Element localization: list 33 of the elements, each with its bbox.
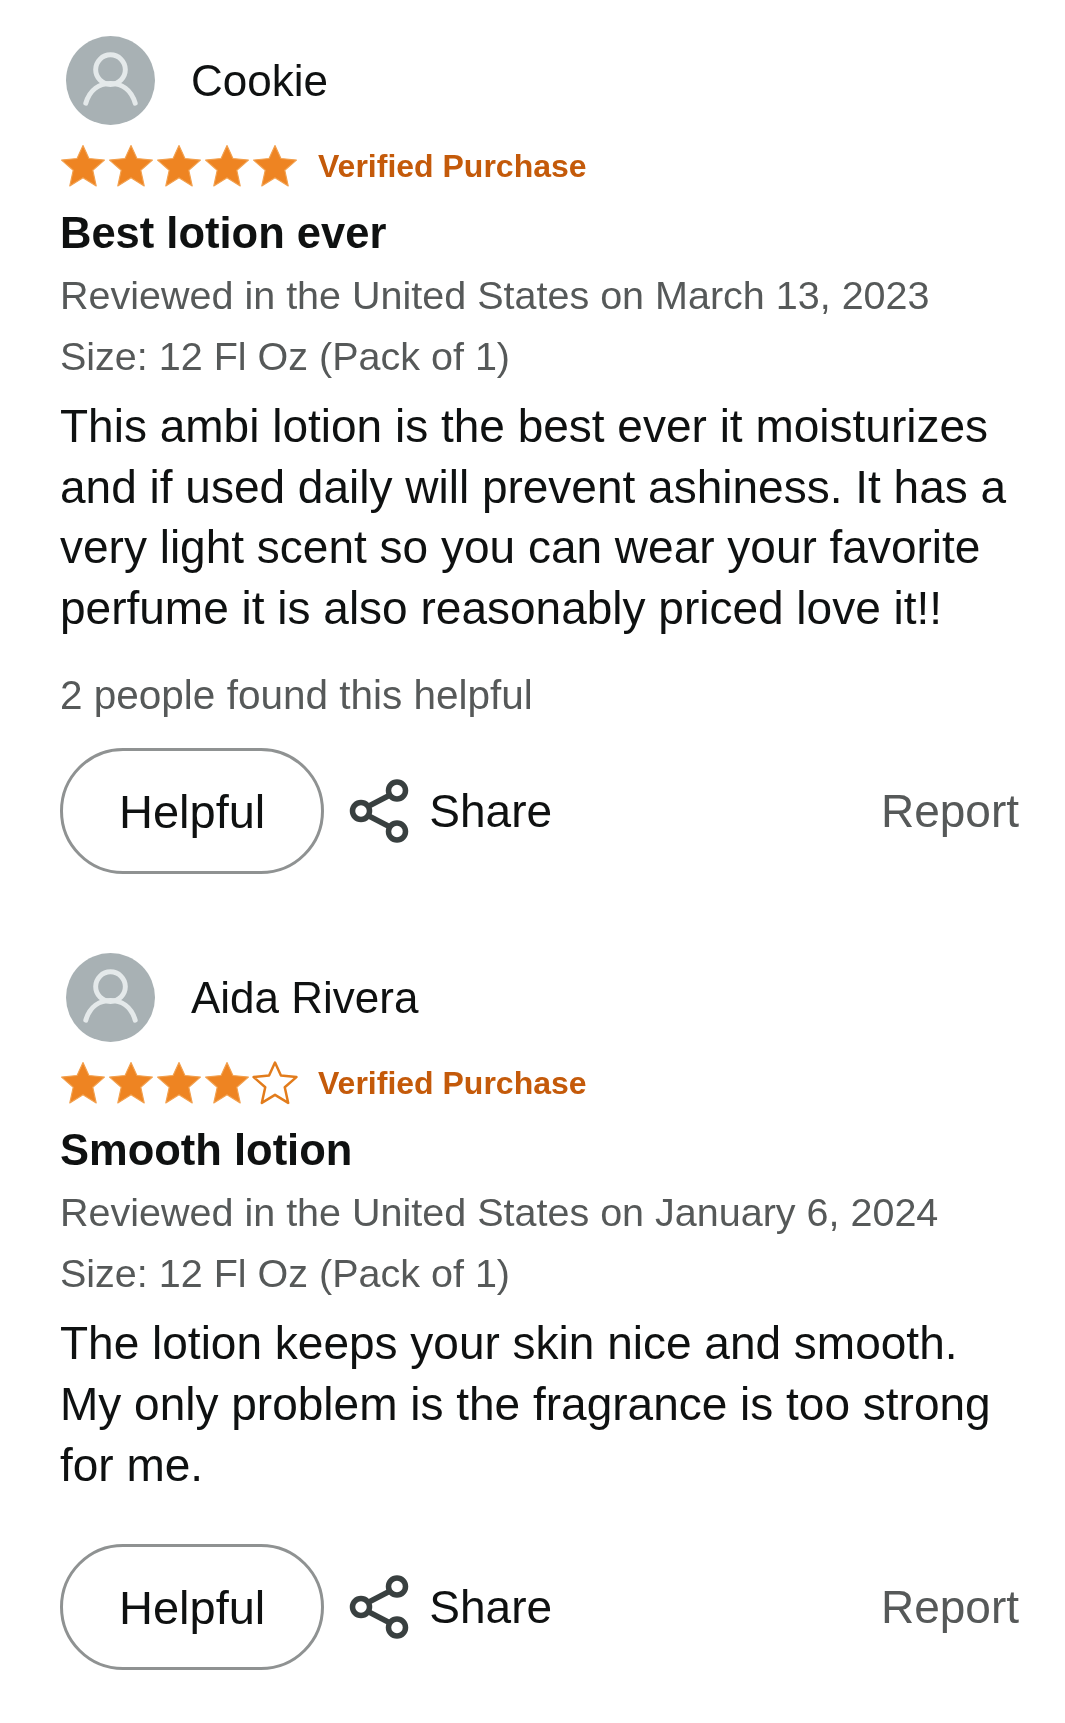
star-icon [108, 1061, 154, 1106]
review-text: This ambi lotion is the best ever it moisturizes and if used daily will prevent ashiness. It has a very light scent so you can wear your favorite perfume it is also reasonably priced love it!! [60, 399, 1008, 636]
helpful-button[interactable]: Helpful [60, 1544, 325, 1671]
report-link[interactable]: Report [880, 784, 1019, 839]
star-icon [156, 1061, 202, 1106]
product-size: Size: 12 Fl Oz (Pack of 1) [60, 333, 510, 380]
helpful-button[interactable]: Helpful [60, 748, 325, 875]
share-icon [349, 779, 410, 844]
reviewer-name: Cookie [191, 54, 328, 107]
star-icon [204, 144, 250, 188]
star-icon [204, 1061, 250, 1106]
report-link[interactable]: Report [880, 1580, 1019, 1635]
avatar-icon [66, 36, 155, 125]
star-icon [60, 144, 106, 188]
verified-purchase-label: Verified Purchase [318, 1064, 587, 1104]
reviewer-name: Aida Rivera [191, 971, 419, 1024]
share-icon [349, 1575, 410, 1640]
review-date: Reviewed in the United States on January 6, 2024 [60, 1189, 939, 1237]
empty-star-icon [252, 1061, 298, 1106]
review-date: Reviewed in the United States on March 13, 2023 [60, 272, 930, 319]
share-button[interactable]: Share [349, 1575, 553, 1640]
helpful-count: 2 people found this helpful [60, 671, 533, 721]
avatar-icon [66, 953, 155, 1043]
review-text: The lotion keeps your skin nice and smooth. My only problem is the fragrance is too strong for me. [60, 1316, 992, 1493]
star-icon [252, 144, 298, 188]
star-icon [156, 144, 202, 188]
product-size: Size: 12 Fl Oz (Pack of 1) [60, 1250, 510, 1298]
verified-purchase-label: Verified Purchase [318, 147, 587, 186]
star-icon [108, 144, 154, 188]
review-title: Best lotion ever [60, 208, 387, 259]
review-title: Smooth lotion [60, 1125, 353, 1177]
share-button[interactable]: Share [349, 779, 553, 844]
star-icon [60, 1061, 106, 1106]
